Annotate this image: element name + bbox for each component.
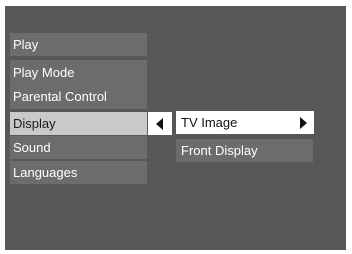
left-arrow-icon (156, 118, 163, 130)
menu-item-languages[interactable]: Languages (10, 161, 147, 184)
submenu-item-front-display[interactable]: Front Display (176, 139, 313, 162)
left-arrow-button[interactable] (148, 112, 172, 135)
menu-item-display[interactable]: Display (10, 112, 147, 135)
right-arrow-icon (300, 117, 307, 129)
right-arrow-button[interactable] (290, 111, 314, 134)
menu-item-sound[interactable]: Sound (10, 136, 147, 159)
menu-item-play-mode[interactable]: Play Mode (10, 60, 147, 85)
menu-item-parental-control[interactable]: Parental Control (10, 84, 147, 109)
menu-item-play[interactable]: Play (10, 33, 147, 56)
